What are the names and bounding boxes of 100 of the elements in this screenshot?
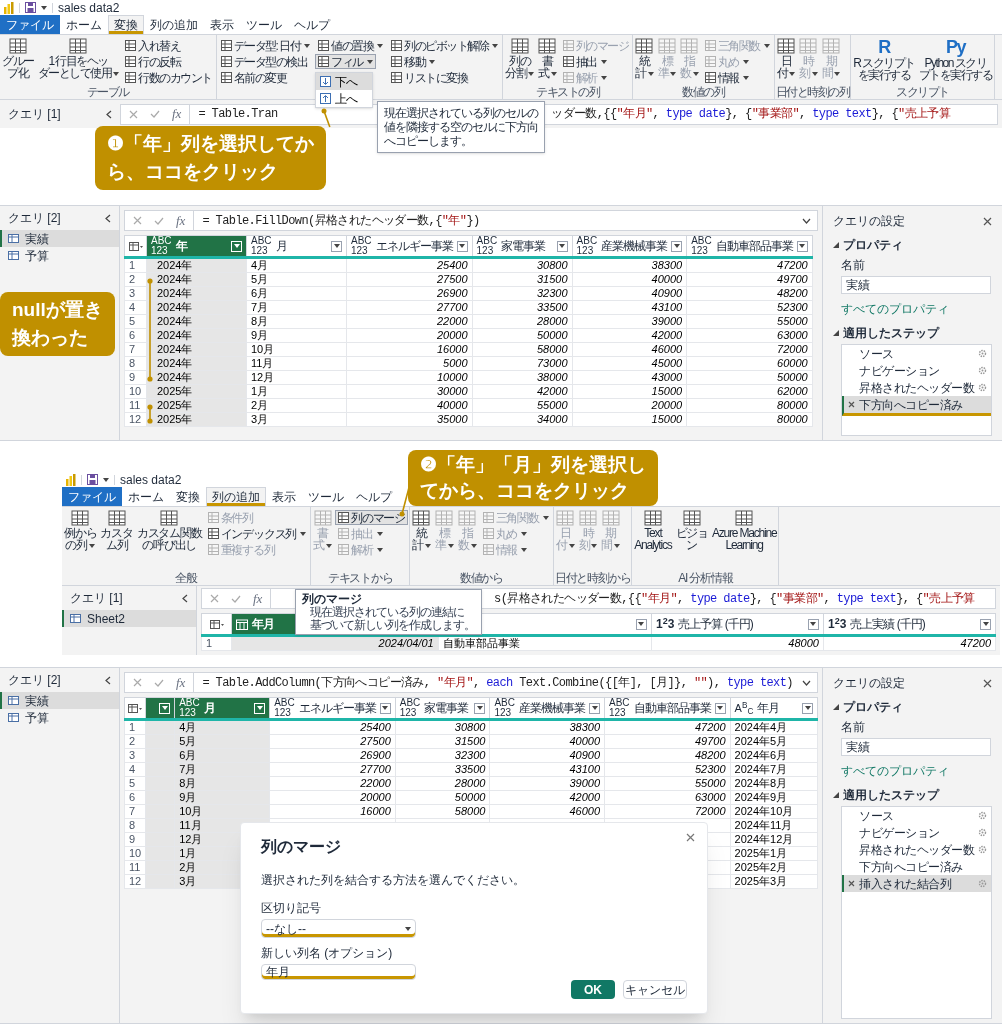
formula-text: = Table.FillDown(昇格されたヘッダー数,{"年"}) <box>202 212 480 230</box>
table-cell: 27700 <box>346 300 473 315</box>
table-cell: 42000 <box>489 790 605 805</box>
column-name: エネルギー事業 <box>298 700 376 717</box>
table-cell: 10月 <box>246 342 347 357</box>
table-cell: 16000 <box>346 342 473 357</box>
table-cell: 38300 <box>489 719 605 735</box>
table-cell: 50000 <box>686 370 813 385</box>
table-cell: 2024年7月 <box>730 762 818 777</box>
table-cell: 2024年10月 <box>730 804 818 819</box>
column-name: 産業機械事業 <box>601 238 668 255</box>
panel-title: クエリ [2] <box>8 210 61 227</box>
table-cell: 38300 <box>572 257 687 273</box>
table-cell: 2024年12月 <box>730 832 818 847</box>
table-cell: 2025年3月 <box>730 874 818 889</box>
table-cell: 47200 <box>823 635 996 651</box>
table-cell: 40000 <box>489 734 605 749</box>
column-name: 月 <box>275 238 287 255</box>
group-label: テキストから <box>326 571 394 585</box>
table-cell: 55000 <box>472 398 573 413</box>
table-cell: 60000 <box>686 356 813 371</box>
function-label: fx <box>253 589 263 608</box>
formula-text: s(昇格されたヘッダー数,{{"年月", type date}, {"事業部", type text}, {"売上予算 <box>494 590 975 608</box>
table-cell: 30800 <box>472 257 573 273</box>
row-number: 4 <box>124 300 147 315</box>
table-cell: 48200 <box>686 286 813 301</box>
table-cell: 10000 <box>346 370 473 385</box>
row-number: 2 <box>124 734 146 749</box>
row-number: 12 <box>124 874 146 889</box>
column-name: 産業機械事業 <box>519 700 585 717</box>
table-cell: 63000 <box>686 328 813 343</box>
section-title: プロパティ <box>843 237 903 254</box>
column-name: 売上実績 (千円) <box>850 616 925 633</box>
table-cell: 48000 <box>651 635 824 651</box>
table-cell: 2024年4月 <box>730 719 818 735</box>
table-cell: 4月 <box>246 257 347 273</box>
panel-title: クエリ [2] <box>8 672 61 689</box>
table-cell: 38000 <box>472 370 573 385</box>
type-label: ABC 123 <box>476 236 498 256</box>
panel-title: クエリの設定 <box>833 675 905 692</box>
table-cell: 31500 <box>472 272 573 287</box>
column-name: 売上予算 (千円) <box>678 616 753 633</box>
table-cell: 30800 <box>395 719 490 735</box>
table-cell: 20000 <box>572 398 687 413</box>
group-label: 数値の列 <box>681 85 726 99</box>
table-cell: 39000 <box>572 314 687 329</box>
row-number: 3 <box>124 286 147 301</box>
group-label: 日付と時刻から <box>554 571 631 585</box>
column-name: 家電事業 <box>501 238 546 255</box>
section-title: プロパティ <box>843 699 903 716</box>
table-cell: 28000 <box>395 776 490 791</box>
row-number: 8 <box>124 356 147 371</box>
row-number: 6 <box>124 328 147 343</box>
group-label: テーブル <box>85 85 131 99</box>
table-cell: 55000 <box>686 314 813 329</box>
table-cell: 50000 <box>395 790 490 805</box>
table-cell: 58000 <box>395 804 490 819</box>
table-cell: 8月 <box>246 314 347 329</box>
row-number: 2 <box>124 272 147 287</box>
callout: nullが置き 換わった <box>0 292 115 356</box>
column-name: エネルギー事業 <box>375 238 453 255</box>
table-cell: 30000 <box>346 384 473 399</box>
group-label: スクリプト <box>895 85 950 99</box>
row-number: 11 <box>124 860 146 875</box>
function-label: fx <box>176 673 186 692</box>
table-cell: 2024年6月 <box>730 748 818 763</box>
table-cell: 42000 <box>472 384 573 399</box>
table-cell: 11月 <box>246 356 347 371</box>
table-cell: 35000 <box>346 412 473 427</box>
group-label: テキストの列 <box>535 85 601 99</box>
tooltip-text: 現在選択されている列の連結に 基づいて新しい列を作成します。 <box>310 605 476 632</box>
table-cell: 47200 <box>686 257 813 273</box>
table-cell: 26900 <box>269 748 396 763</box>
table-cell: 52300 <box>686 300 813 315</box>
table-cell: 49700 <box>604 734 731 749</box>
column-name: 自動車部品事業 <box>633 700 711 717</box>
table-cell: 58000 <box>472 342 573 357</box>
table-cell: 9月 <box>246 328 347 343</box>
table-cell: 5月 <box>246 272 347 287</box>
row-number: 3 <box>124 748 146 763</box>
table-cell: 40900 <box>572 286 687 301</box>
row-number: 1 <box>124 719 146 735</box>
column-name: 家電事業 <box>424 700 469 717</box>
field-label: 名前 <box>840 257 865 274</box>
table-cell: 27500 <box>269 734 396 749</box>
table-cell: 15000 <box>572 384 687 399</box>
table-cell: 46000 <box>489 804 605 819</box>
row-number: 7 <box>124 342 147 357</box>
type-label: ABC 123 <box>691 236 712 256</box>
row-number: 1 <box>201 635 232 651</box>
type-label: ABC 123 <box>351 236 372 256</box>
table-cell: 32300 <box>472 286 573 301</box>
table-cell: 73000 <box>472 356 573 371</box>
function-label: fx <box>172 105 182 124</box>
row-number: 5 <box>124 776 146 791</box>
table-cell: 55000 <box>604 776 731 791</box>
table-cell: 33500 <box>395 762 490 777</box>
table-cell: 80000 <box>686 398 813 413</box>
section-title: 適用したステップ <box>843 787 939 804</box>
row-number: 8 <box>124 818 146 833</box>
